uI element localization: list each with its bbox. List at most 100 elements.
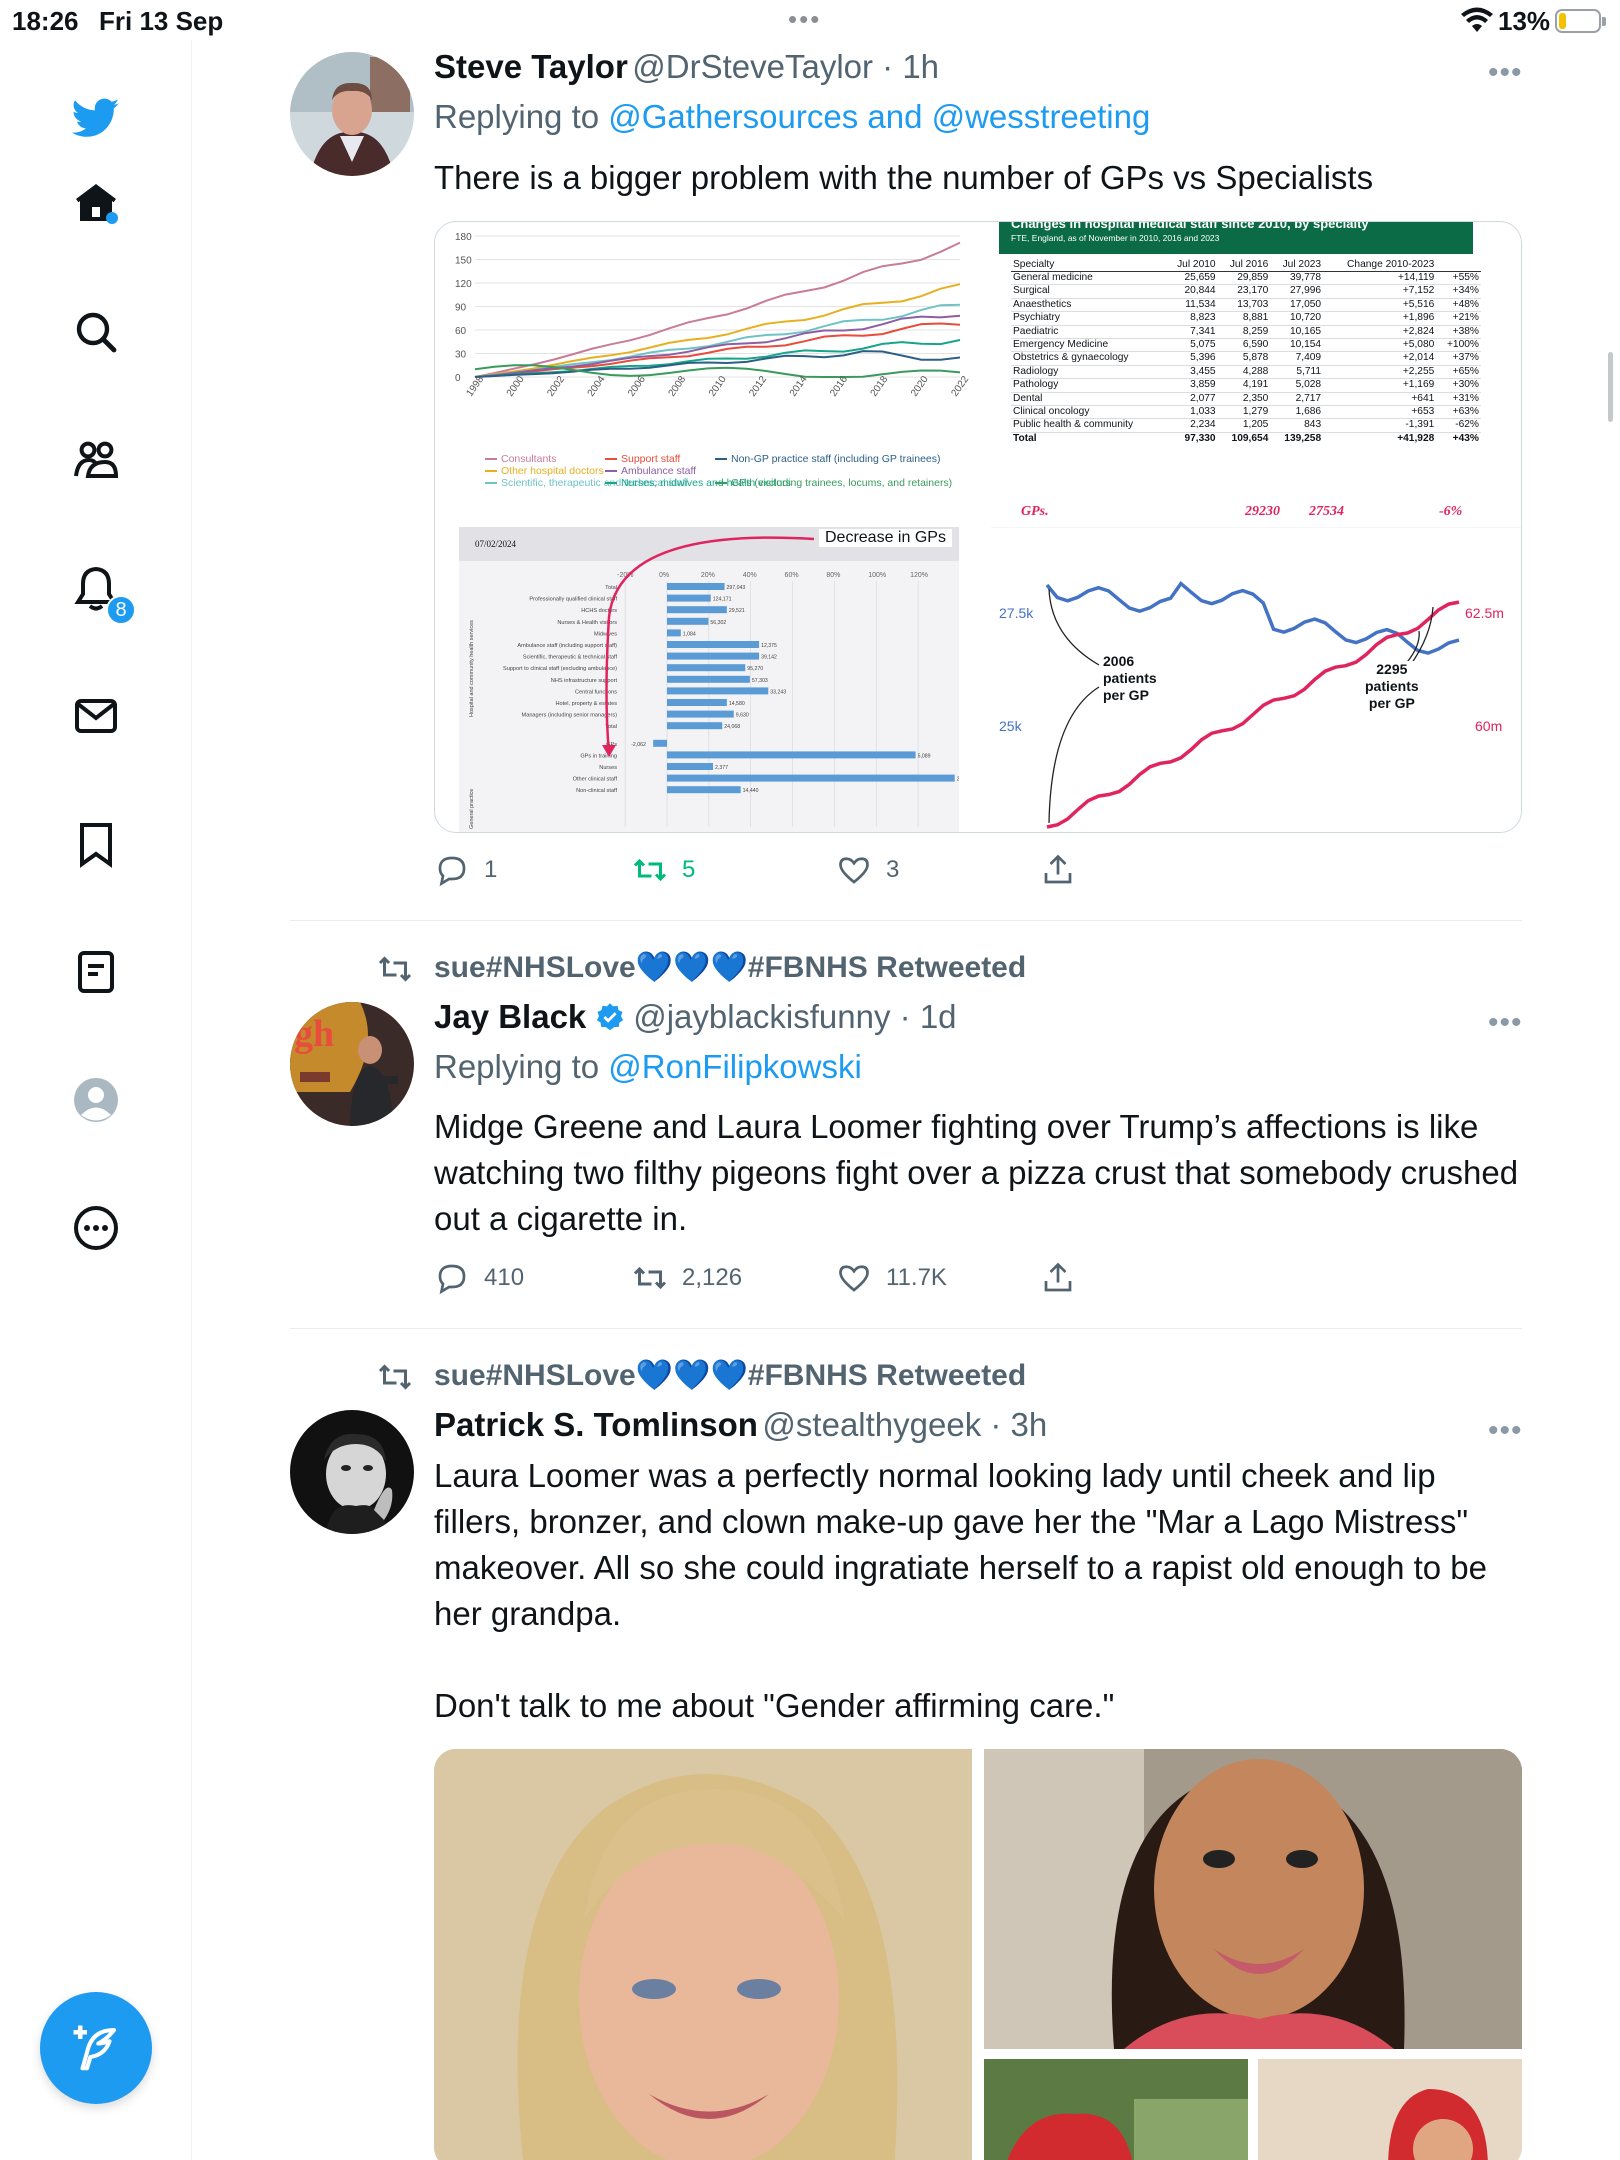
bookmarks-icon[interactable] — [68, 816, 124, 872]
tweet-time[interactable]: 3h — [1011, 1406, 1048, 1443]
line-chart-x-tick: 2004 — [586, 374, 608, 399]
bar-chart-row-label: HCHS doctors — [581, 608, 617, 614]
bar-chart-bar — [667, 617, 709, 625]
tweet-more-menu-icon[interactable]: ••• — [1488, 1414, 1523, 1448]
retweeted-by-label[interactable]: sue#NHSLove💙💙💙#FBNHS Retweeted — [434, 1358, 1026, 1393]
bar-chart-row-label: Ambulance staff (including support staff… — [517, 643, 617, 649]
bar-chart-value-label: 24,068 — [724, 724, 740, 730]
twitter-logo-icon[interactable] — [68, 90, 124, 146]
avatar-patrick-tomlinson[interactable] — [290, 1410, 414, 1534]
replying-to-links[interactable]: @Gathersources and @wesstreeting — [608, 98, 1150, 135]
svg-text:gh: gh — [294, 1013, 334, 1055]
battery-percent: 13% — [1498, 6, 1551, 36]
bar-chart-row-label: Total — [605, 585, 617, 591]
line-chart-x-tick: 2022 — [949, 374, 971, 399]
line-chart-legend-label: Support staff — [621, 453, 680, 465]
bar-chart-x-tick: 20% — [701, 572, 715, 579]
author-name[interactable]: Jay Black — [434, 998, 586, 1035]
author-handle[interactable]: @stealthygeek — [762, 1406, 981, 1443]
avatar-steve-taylor[interactable] — [290, 52, 414, 176]
staff-table-cell: 5,878 — [1217, 351, 1271, 366]
communities-icon[interactable] — [68, 432, 124, 488]
staff-table-cell: +1,169 — [1323, 378, 1437, 393]
line-chart-y-tick: 90 — [455, 303, 467, 314]
compose-tweet-button[interactable] — [40, 1992, 152, 2104]
bar-chart-row-label: Scientific, therapeutic & technical staf… — [523, 655, 618, 661]
bar-chart-bar — [667, 629, 681, 637]
reply-button[interactable]: 1 — [434, 852, 497, 888]
staff-table-cell: +43% — [1436, 431, 1481, 446]
line-chart-series — [474, 241, 961, 378]
bar-chart-bar — [667, 583, 725, 590]
replying-prefix: Replying to — [434, 1048, 609, 1085]
multitask-dots[interactable]: ••• — [788, 4, 821, 35]
tweet-more-menu-icon[interactable]: ••• — [1488, 1006, 1523, 1040]
search-icon[interactable] — [68, 304, 124, 360]
bar-chart-value-label: 56,302 — [710, 620, 726, 626]
bar-chart-bar — [667, 774, 955, 782]
staff-table-row: Obstetrics & gynaecology 5,396 5,878 7,409 +… — [1011, 351, 1481, 366]
bar-chart-value-label: 57,303 — [752, 678, 768, 684]
retweet-button[interactable]: 5 — [632, 852, 695, 888]
scroll-indicator[interactable] — [1608, 352, 1613, 422]
photo-top-right[interactable] — [984, 1749, 1522, 2049]
gps-row-label: GPs. — [1021, 504, 1049, 519]
tweet-time[interactable]: 1d — [920, 998, 957, 1035]
gps-row-2023: 27534 — [1309, 504, 1344, 519]
home-unread-dot — [106, 212, 118, 224]
gps-row-2016: 29230 — [1245, 504, 1280, 519]
dual-left-top-label: 27.5k — [999, 605, 1034, 621]
bar-chart-side-label: General practice — [469, 789, 475, 829]
lists-icon[interactable] — [68, 944, 124, 1000]
reply-icon — [438, 1264, 466, 1295]
staff-table-row: General medicine 25,659 29,859 39,778 +14,11… — [1011, 271, 1481, 286]
messages-mail-icon[interactable] — [68, 688, 124, 744]
staff-table-cell: 10,720 — [1270, 311, 1324, 326]
tweet-photo-grid[interactable] — [434, 1749, 1522, 2160]
photo-left[interactable] — [434, 1749, 972, 2160]
profile-avatar-icon[interactable] — [68, 1072, 124, 1128]
bar-chart-bar — [667, 606, 727, 614]
replying-to-links[interactable]: @RonFilipkowski — [608, 1048, 862, 1085]
more-options-icon[interactable] — [68, 1200, 124, 1256]
tweet-text: Midge Greene and Laura Loomer fighting o… — [434, 1108, 1528, 1237]
time-separator: · — [890, 998, 920, 1035]
retweeted-icon — [378, 956, 412, 982]
share-button[interactable] — [1040, 1260, 1076, 1296]
heart-icon — [839, 857, 869, 884]
author-handle[interactable]: @jayblackisfunny — [633, 998, 890, 1035]
staff-table-cell: 1,205 — [1217, 418, 1271, 433]
bar-chart-row-label: Midwives — [594, 631, 617, 637]
staff-table-cell: +37% — [1436, 351, 1481, 366]
reply-button[interactable]: 410 — [434, 1260, 524, 1296]
bar-chart-x-tick: 40% — [743, 572, 757, 579]
like-button[interactable]: 3 — [836, 852, 899, 888]
line-chart-legend-label: Ambulance staff — [621, 465, 696, 477]
staff-table-cell: +30% — [1436, 378, 1481, 393]
photo-bottom-mid[interactable] — [984, 2059, 1248, 2160]
staff-table-header: Change 2010-2023 — [1323, 258, 1437, 272]
line-chart-legend-label: GPs (excluding trainees, locums, and ret… — [731, 477, 952, 489]
share-button[interactable] — [1040, 852, 1076, 888]
avatar-jay-black[interactable]: gh — [290, 1002, 414, 1126]
bar-chart-bar — [667, 641, 760, 648]
tweet-divider — [290, 1328, 1522, 1329]
author-handle[interactable]: @DrSteveTaylor — [632, 48, 873, 85]
tweet-more-menu-icon[interactable]: ••• — [1488, 56, 1523, 90]
dual-left-bottom-label: 25k — [999, 718, 1022, 734]
photo-bottom-right[interactable] — [1258, 2059, 1522, 2160]
staff-table-cell: -62% — [1436, 418, 1481, 433]
bar-chart-row-label: Nurses — [599, 765, 617, 771]
staff-table-row: Psychiatry 8,823 8,881 10,720 +1,896 +21% — [1011, 311, 1481, 326]
author-name[interactable]: Steve Taylor — [434, 48, 628, 85]
staff-table-cell: 3,455 — [1164, 365, 1218, 380]
population-line-red — [1046, 600, 1460, 829]
tweet-time[interactable]: 1h — [902, 48, 939, 85]
author-name[interactable]: Patrick S. Tomlinson — [434, 1406, 758, 1443]
tweet-media-collage[interactable]: 180 150 120 90 60 30 0 1998 2000 2002 2004 2006 2008… — [434, 221, 1522, 833]
staff-table-cell: 10,154 — [1270, 338, 1324, 353]
retweeted-by-label[interactable]: sue#NHSLove💙💙💙#FBNHS Retweeted — [434, 950, 1026, 985]
like-button[interactable]: 11.7K — [836, 1260, 947, 1296]
staff-table-cell: Dental — [1011, 392, 1165, 407]
retweet-button[interactable]: 2,126 — [632, 1260, 742, 1296]
